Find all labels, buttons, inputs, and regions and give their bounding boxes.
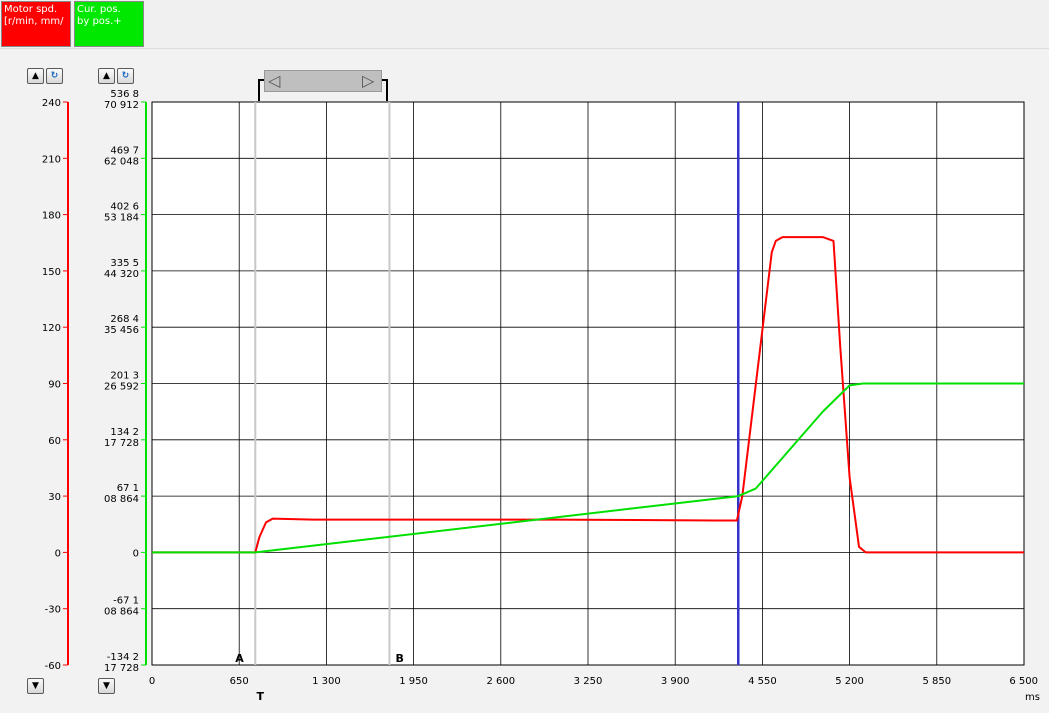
chevron-right-icon[interactable]: ▷: [362, 72, 374, 90]
legend-bar: Motor spd. [r/min, mm/ Cur. pos. by pos.…: [0, 0, 1049, 49]
triangle-down-icon: ▼: [32, 681, 39, 691]
time-range-scroller[interactable]: ◁ ▷: [258, 70, 388, 102]
y2-tick-label-top: 67 1: [117, 483, 139, 494]
series-lines: [152, 236, 1024, 554]
y2-tick-label-top: 536 8: [110, 89, 139, 100]
y1-scroll-up-button[interactable]: ▲: [27, 68, 44, 84]
y2-tick-label-bottom: 08 864: [104, 494, 139, 505]
x-tick-label: 5 850: [922, 676, 951, 687]
y2-tick-label-bottom: 17 728: [104, 663, 139, 674]
y1-tick-label: 180: [42, 211, 61, 222]
y2-tick-label-top: -134 2: [107, 652, 139, 663]
y2-tick-label-top: -67 1: [113, 596, 139, 607]
y1-tick-label: 60: [48, 436, 61, 447]
y2-reset-button[interactable]: ↻: [117, 68, 134, 84]
x-tick-label: 4 550: [748, 676, 777, 687]
y2-tick-label-bottom: 17 728: [104, 438, 139, 449]
x-axis: 0 650 1 300 1 950 2 600 3 250 3 900 4 550 5 200 5…: [149, 676, 1040, 703]
trigger-label: T: [257, 690, 265, 703]
triangle-up-icon: ▲: [32, 71, 39, 81]
legend-motor-speed[interactable]: Motor spd. [r/min, mm/: [1, 1, 71, 47]
y2-tick-label-bottom: 35 456: [104, 325, 139, 336]
x-tick-label: 1 300: [312, 676, 341, 687]
y1-tick-label: 150: [42, 267, 61, 278]
triangle-up-icon: ▲: [103, 71, 110, 81]
triangle-down-icon: ▼: [103, 681, 110, 691]
y1-tick-label: 90: [48, 380, 61, 391]
y1-tick-label: 210: [42, 154, 61, 165]
y1-tick-label: -30: [45, 605, 61, 616]
y2-scroll-up-button[interactable]: ▲: [98, 68, 115, 84]
y2-tick-label-bottom: 0: [133, 548, 139, 559]
y2-tick-label-top: 268 4: [110, 314, 139, 325]
y1-scroll-down-button[interactable]: ▼: [27, 678, 44, 694]
plot-area: [151, 101, 1025, 666]
trace-chart: 240 210 180 150 120 90 60 30 0 -30 -60 536 870 912…: [42, 89, 1040, 703]
x-tick-label: 3 250: [574, 676, 603, 687]
y1-axis: 240 210 180 150 120 90 60 30 0 -30 -60: [42, 98, 69, 672]
y2-tick-label-bottom: 44 320: [104, 269, 139, 280]
y2-tick-label-top: 134 2: [110, 427, 139, 438]
x-tick-label: 650: [230, 676, 249, 687]
x-tick-label: 1 950: [399, 676, 428, 687]
grid: [151, 101, 1025, 666]
y2-tick-label-bottom: 08 864: [104, 607, 139, 618]
reset-icon: ↻: [121, 71, 130, 81]
y2-tick-label-bottom: 70 912: [104, 100, 139, 111]
y1-reset-button[interactable]: ↻: [46, 68, 63, 84]
y1-tick-label: 240: [42, 98, 61, 109]
marker-lines: A B T: [235, 102, 740, 703]
y2-tick-label-top: 201 3: [110, 371, 139, 382]
y2-tick-label-top: 335 5: [110, 258, 139, 269]
y2-tick-label-top: 469 7: [110, 145, 139, 156]
x-tick-label: 2 600: [486, 676, 515, 687]
y1-tick-label: 0: [55, 548, 61, 559]
x-tick-label: 3 900: [661, 676, 690, 687]
reset-icon: ↻: [50, 71, 59, 81]
y2-tick-label-bottom: 26 592: [104, 382, 139, 393]
series-line-speed: [152, 236, 1024, 554]
marker-label-b: B: [395, 652, 403, 665]
y2-tick-label-bottom: 53 184: [104, 213, 139, 224]
series-line-position: [152, 382, 1024, 554]
y1-tick-label: -60: [45, 661, 61, 672]
x-tick-label: 5 200: [835, 676, 864, 687]
y2-tick-label-bottom: 62 048: [104, 156, 139, 167]
y1-tick-label: 30: [48, 492, 61, 503]
y2-tick-label-top: 402 6: [110, 202, 139, 213]
marker-label-a: A: [235, 652, 244, 665]
legend-current-position[interactable]: Cur. pos. by pos.+: [74, 1, 144, 47]
x-tick-label: 0: [149, 676, 155, 687]
x-tick-label: 6 500: [1009, 676, 1038, 687]
y2-scroll-down-button[interactable]: ▼: [98, 678, 115, 694]
y1-tick-label: 120: [42, 323, 61, 334]
y2-axis: 536 870 912 469 762 048 402 653 184 335 544…: [104, 89, 147, 674]
chevron-left-icon[interactable]: ◁: [268, 72, 280, 90]
x-unit-label: ms: [1025, 692, 1040, 703]
